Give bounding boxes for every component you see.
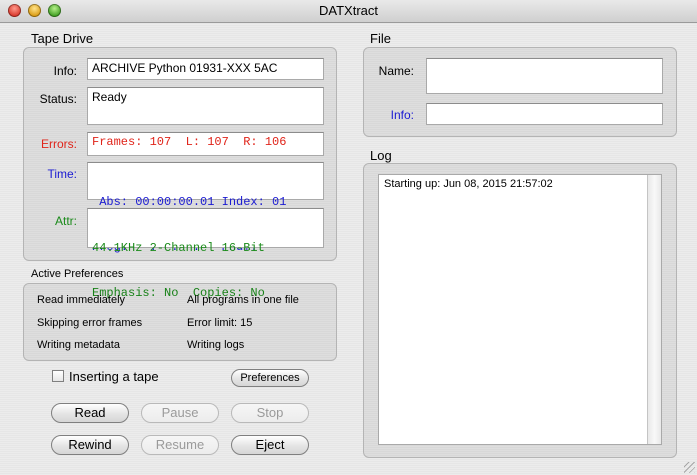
status-label: Status: (39, 92, 77, 106)
preferences-button[interactable]: Preferences (231, 369, 309, 387)
pref-error-limit: Error limit: 15 (187, 317, 253, 329)
time-field: Abs: 00:00:00.01 Index: 01 Prog: --:--:-… (87, 162, 324, 254)
log-group-label: Log (370, 148, 392, 163)
app-window: DATXtract Tape Drive Info: ARCHIVE Pytho… (0, 0, 697, 475)
attr-line-format: 44.1KHz 2-Channel 16-Bit (92, 241, 265, 255)
pref-read-immediately: Read immediately (37, 294, 126, 306)
pref-skipping-error-frames: Skipping error frames (37, 317, 143, 329)
active-preferences-label: Active Preferences (31, 268, 124, 280)
read-button[interactable]: Read (51, 403, 129, 423)
errors-field: Frames: 107 L: 107 R: 106 (87, 132, 324, 156)
time-label: Time: (47, 167, 77, 181)
info-field: ARCHIVE Python 01931-XXX 5AC (87, 58, 324, 80)
errors-label: Errors: (41, 137, 77, 151)
window-title: DATXtract (319, 3, 378, 18)
rewind-button[interactable]: Rewind (51, 435, 129, 455)
log-scrollbar[interactable] (647, 175, 661, 444)
resize-grip-icon[interactable] (684, 462, 695, 473)
stop-button[interactable]: Stop (231, 403, 309, 423)
title-bar[interactable]: DATXtract (0, 0, 697, 23)
file-group-label: File (370, 31, 391, 46)
pref-all-programs: All programs in one file (187, 294, 299, 306)
attr-field: 44.1KHz 2-Channel 16-Bit Emphasis: No Co… (87, 208, 324, 300)
inserting-tape-checkbox[interactable] (52, 370, 64, 382)
file-info-field[interactable] (426, 103, 663, 125)
eject-button[interactable]: Eject (231, 435, 309, 455)
info-label: Info: (53, 64, 77, 78)
pref-writing-logs: Writing logs (187, 339, 245, 351)
tape-drive-group-label: Tape Drive (31, 31, 94, 46)
status-field: Ready (87, 87, 324, 125)
file-name-label: Name: (378, 64, 414, 78)
pref-writing-metadata: Writing metadata (37, 339, 120, 351)
resume-button[interactable]: Resume (141, 435, 219, 455)
file-name-field[interactable] (426, 58, 663, 94)
log-line: Starting up: Jun 08, 2015 21:57:02 (384, 178, 553, 190)
inserting-tape-label[interactable]: Inserting a tape (69, 369, 159, 384)
log-text-area[interactable]: Starting up: Jun 08, 2015 21:57:02 (378, 174, 662, 445)
attr-label: Attr: (54, 214, 77, 228)
file-info-label: Info: (390, 108, 414, 122)
pause-button[interactable]: Pause (141, 403, 219, 423)
